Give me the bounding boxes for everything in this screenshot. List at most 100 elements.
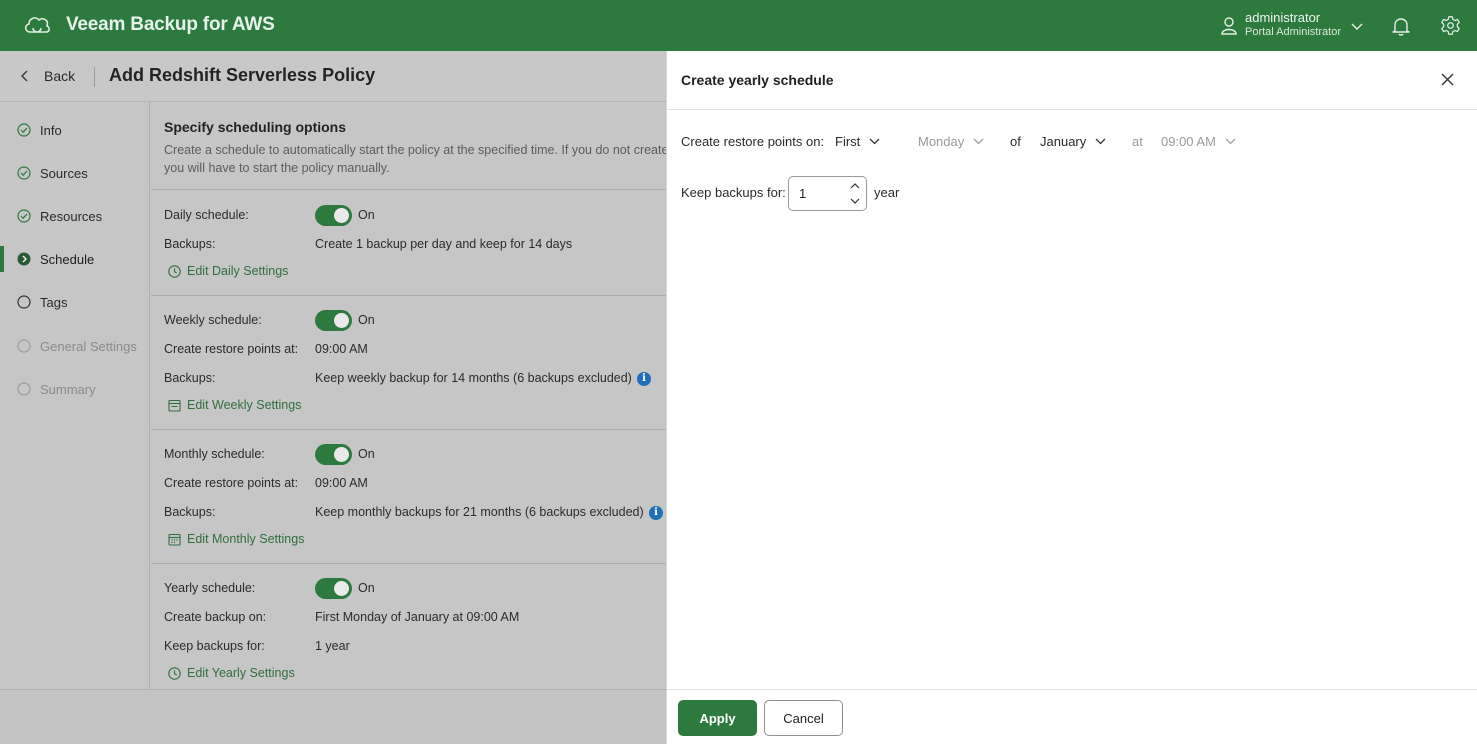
current-step-icon: [17, 252, 31, 266]
description-line: you will have to start the policy manual…: [164, 161, 390, 175]
gear-icon[interactable]: [1440, 15, 1461, 36]
edit-daily-settings-link[interactable]: Edit Daily Settings: [168, 264, 288, 278]
step-label: Sources: [40, 165, 88, 181]
circle-icon: [17, 295, 31, 309]
app-title: Veeam Backup for AWS: [66, 14, 275, 35]
calendar-month-icon: [168, 533, 181, 546]
user-icon: [1221, 17, 1237, 35]
divider: [151, 563, 666, 564]
edit-yearly-settings-link[interactable]: Edit Yearly Settings: [168, 666, 295, 680]
yearly-create-value: First Monday of January at 09:00 AM: [315, 610, 520, 624]
chevron-up-icon[interactable]: [850, 182, 860, 189]
weekly-schedule-toggle[interactable]: [315, 310, 352, 331]
section-title: Specify scheduling options: [164, 119, 347, 135]
bell-icon[interactable]: [1392, 16, 1410, 36]
close-icon[interactable]: [1441, 73, 1454, 86]
top-bar: Veeam Backup for AWS administrator Porta…: [0, 0, 1477, 51]
of-label: of: [1010, 134, 1021, 149]
panel-title: Create yearly schedule: [681, 72, 834, 88]
circle-icon: [17, 339, 31, 353]
step-label: Schedule: [40, 251, 95, 267]
wizard-footer: [0, 689, 666, 744]
step-sources[interactable]: Sources: [0, 162, 150, 184]
divider: [151, 295, 666, 296]
month-select-value: January: [1040, 134, 1087, 149]
check-circle-icon: [17, 209, 31, 223]
keep-backups-stepper[interactable]: 1: [788, 176, 867, 211]
month-select[interactable]: January: [1040, 134, 1106, 149]
daily-backups-label: Backups:: [164, 237, 216, 251]
step-tags[interactable]: Tags: [0, 291, 150, 313]
description-line: Create a schedule to automatically start…: [164, 143, 669, 157]
clock-icon: [168, 264, 181, 278]
back-label: Back: [44, 68, 76, 84]
edit-weekly-label: Edit Weekly Settings: [187, 398, 302, 412]
divider: [151, 429, 666, 430]
chevron-down-icon: [973, 138, 984, 145]
edit-yearly-label: Edit Yearly Settings: [187, 666, 295, 680]
step-label: Info: [40, 122, 62, 138]
schedule-content: Specify scheduling options Create a sche…: [151, 102, 668, 689]
edit-monthly-settings-link[interactable]: Edit Monthly Settings: [168, 532, 304, 546]
step-label: Summary: [40, 381, 96, 397]
edit-daily-label: Edit Daily Settings: [187, 264, 289, 278]
yearly-create-label: Create backup on:: [164, 610, 267, 624]
monthly-schedule-toggle[interactable]: [315, 444, 352, 465]
info-icon[interactable]: i: [649, 506, 663, 520]
divider: [151, 189, 666, 190]
calendar-week-icon: [168, 399, 181, 412]
chevron-down-icon: [1095, 138, 1106, 145]
restore-points-label: Create restore points on:: [681, 134, 825, 149]
week-select[interactable]: First: [835, 134, 880, 149]
user-name: administrator: [1245, 10, 1321, 25]
weekly-backups-label: Backups:: [164, 371, 216, 385]
step-schedule[interactable]: Schedule: [0, 246, 150, 272]
user-menu[interactable]: administrator Portal Administrator: [1220, 10, 1363, 40]
daily-toggle-label: On: [358, 208, 375, 222]
chevron-down-icon[interactable]: [850, 198, 860, 205]
monthly-restore-value: 09:00 AM: [315, 476, 368, 490]
time-select: 09:00 AM: [1161, 134, 1236, 149]
at-label: at: [1132, 134, 1143, 149]
monthly-toggle-label: On: [358, 447, 375, 461]
step-summary: Summary: [0, 378, 150, 400]
yearly-keep-label: Keep backups for:: [164, 639, 265, 653]
chevron-down-icon: [1351, 23, 1363, 30]
day-select: Monday: [918, 134, 984, 149]
keep-unit-label: year: [874, 185, 900, 200]
yearly-keep-value: 1 year: [315, 639, 350, 653]
wizard-background: Back Add Redshift Serverless Policy Info…: [0, 51, 668, 744]
divider: [94, 67, 95, 87]
keep-backups-label: Keep backups for:: [681, 185, 786, 200]
divider: [667, 689, 1477, 690]
cloud-logo-icon: [24, 17, 50, 33]
chevron-left-icon: [21, 70, 28, 82]
monthly-schedule-label: Monthly schedule:: [164, 447, 265, 461]
check-circle-icon: [17, 123, 31, 137]
daily-schedule-toggle[interactable]: [315, 205, 352, 226]
apply-button[interactable]: Apply: [678, 700, 757, 736]
weekly-schedule-label: Weekly schedule:: [164, 313, 262, 327]
check-circle-icon: [17, 166, 31, 180]
circle-icon: [17, 382, 31, 396]
cancel-button[interactable]: Cancel: [764, 700, 843, 736]
edit-weekly-settings-link[interactable]: Edit Weekly Settings: [168, 398, 301, 412]
weekly-toggle-label: On: [358, 313, 375, 327]
yearly-schedule-toggle[interactable]: [315, 578, 352, 599]
section-description: Create a schedule to automatically start…: [164, 141, 674, 177]
info-icon[interactable]: i: [637, 372, 651, 386]
divider: [667, 109, 1477, 110]
user-role: Portal Administrator: [1245, 26, 1341, 38]
weekly-restore-label: Create restore points at:: [164, 342, 299, 356]
monthly-backups-label: Backups:: [164, 505, 216, 519]
step-resources[interactable]: Resources: [0, 205, 150, 227]
yearly-schedule-label: Yearly schedule:: [164, 581, 256, 595]
wizard-header: Back Add Redshift Serverless Policy: [0, 51, 666, 102]
step-info[interactable]: Info: [0, 119, 150, 141]
back-button[interactable]: Back: [20, 68, 75, 84]
day-select-value: Monday: [918, 134, 965, 149]
time-select-value: 09:00 AM: [1161, 134, 1216, 149]
monthly-restore-label: Create restore points at:: [164, 476, 299, 490]
step-general-settings: General Settings: [0, 335, 150, 357]
wizard-steps: Info Sources Resources Schedule Tags Gen…: [0, 102, 150, 689]
